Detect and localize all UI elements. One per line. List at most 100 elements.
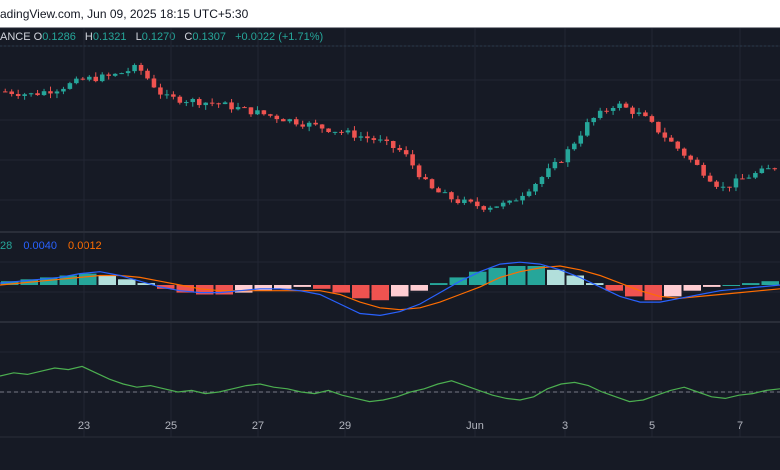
candle-body [714,181,719,187]
x-axis-label: 5 [649,420,655,432]
candle-body [475,201,480,207]
candle-body [184,102,189,104]
candle-body [242,107,247,109]
candle-body [772,168,778,170]
candle-body [462,199,467,204]
macd-histogram-bar [410,285,428,291]
macd-histogram-bar [293,285,311,287]
macd-histogram-bar [664,285,682,297]
rsi-line [0,365,780,403]
candle-body [125,71,131,74]
candle-body [112,73,118,76]
candle-body [630,107,635,114]
candle-body [416,165,422,178]
candle-body [500,202,506,207]
candle-body [248,107,254,115]
candle-body [9,91,14,95]
candle-body [67,83,73,89]
candle-body [145,70,150,79]
candle-body [274,115,280,120]
candle-body [261,110,267,115]
candle-body [442,192,448,194]
candle-body [106,74,111,76]
macd-histogram-bar [371,285,389,301]
candle-body [675,141,681,149]
candle-body [2,91,8,93]
x-axis-label: 23 [78,420,90,432]
macd-histogram-bar [118,279,136,285]
candle-body [636,112,642,114]
candle-body [578,135,584,144]
candle-body [449,192,454,200]
candle-body [306,122,312,127]
macd-histogram-bar [742,283,760,285]
macd-histogram-bar [605,285,623,291]
candle-body [740,178,745,180]
candle-body [766,168,771,170]
candle-body [746,177,752,179]
candle-body [300,124,305,127]
macd-histogram-bar [683,285,701,291]
candle-body [339,131,344,133]
candle-body [649,116,655,122]
candle-body [119,73,124,75]
x-axis-label: Jun [466,420,484,432]
candle-body [597,110,603,118]
candle-body [604,110,609,112]
x-axis-label: 27 [252,420,264,432]
candle-body [158,87,163,95]
candle-body [539,177,545,184]
candle-body [436,188,441,193]
candle-body [520,195,525,201]
candle-body [565,149,571,163]
candle-body [623,103,629,108]
candle-body [656,121,661,133]
macd-histogram-bar [722,285,740,286]
candle-body [384,139,390,142]
candle-body [365,136,370,139]
candle-body [397,147,402,151]
macd-histogram-bar [430,283,448,285]
candle-body [326,128,331,133]
candle-body [727,186,732,188]
candle-body [371,138,377,140]
candle-body [222,102,228,105]
candle-body [209,102,215,104]
candle-body [669,137,674,142]
candle-body [487,207,493,210]
candle-body [54,91,60,94]
candle-body [720,186,726,188]
trading-chart[interactable]: 23 25 27 29 Jun 3 5 7 [0,0,780,470]
macd-histogram-bar [79,273,97,285]
candle-body [513,200,519,202]
candle-body [216,103,221,105]
macd-histogram-bar [254,285,272,291]
candle-body [80,78,86,80]
candle-body [403,150,409,155]
candle-body [707,175,713,182]
candle-body [681,148,687,156]
candle-body [507,200,512,203]
candle-body [584,122,590,136]
candle-body [468,199,474,202]
candle-body [196,99,202,106]
candle-body [287,119,293,122]
macd-histogram-bar [352,285,370,299]
candle-body [74,78,79,84]
candle-body [533,183,538,192]
candle-body [390,141,396,148]
candle-body [546,168,551,178]
candle-body [319,124,325,129]
candle-body [733,178,739,188]
candle-body [132,64,137,72]
candle-body [48,91,53,94]
candle-body [701,164,706,176]
candle-body [61,88,66,92]
macd-histogram-bar [469,271,487,285]
macd-line [0,261,780,317]
candle-body [352,130,357,138]
candle-body [688,155,693,160]
candle-body [345,130,351,133]
candle-body [494,206,499,208]
candle-body [358,136,364,138]
